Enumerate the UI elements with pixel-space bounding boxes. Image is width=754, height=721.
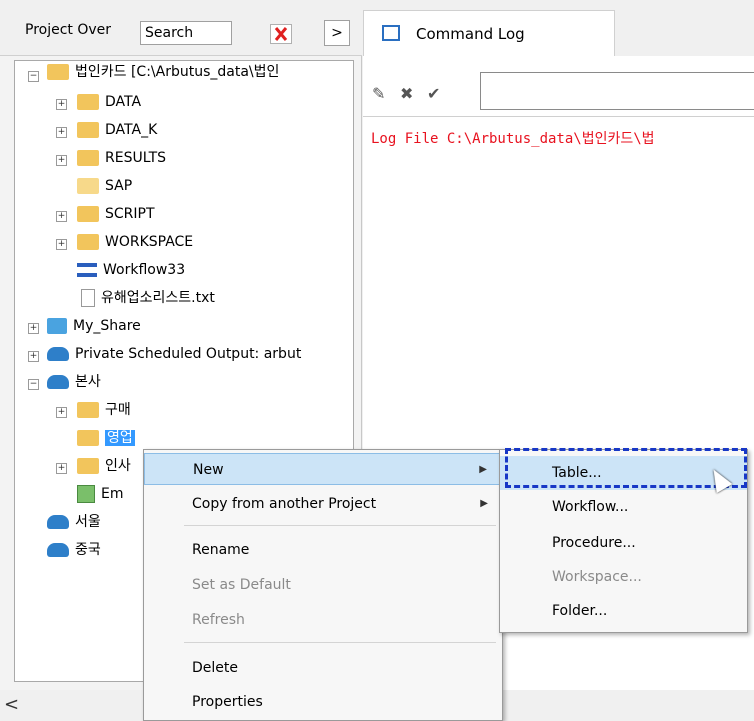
- menu-item-properties[interactable]: Properties: [144, 686, 502, 718]
- tree-item[interactable]: Workflow33: [77, 257, 185, 283]
- tree-item[interactable]: 유해업소리스트.txt: [77, 285, 215, 311]
- log-line: Log File C:\Arbutus_data\법인카드\법: [371, 131, 655, 147]
- collapse-toggle[interactable]: −: [28, 71, 39, 82]
- submenu-item-procedure[interactable]: Procedure...: [500, 526, 747, 560]
- tree-item[interactable]: RESULTS: [77, 145, 166, 171]
- expand-toggle[interactable]: +: [56, 463, 67, 474]
- tree-item[interactable]: My_Share: [47, 313, 141, 339]
- context-menu: New ▶ Copy from another Project ▶ Rename…: [143, 449, 503, 721]
- expand-panel-button[interactable]: >: [324, 20, 350, 46]
- folder-icon: [77, 150, 99, 166]
- menu-item-copy-from-project[interactable]: Copy from another Project ▶: [144, 488, 502, 520]
- tree-item[interactable]: Private Scheduled Output: arbut: [47, 341, 301, 367]
- tab-label: Command Log: [416, 25, 525, 43]
- folder-icon: [77, 206, 99, 222]
- expand-toggle[interactable]: +: [56, 155, 67, 166]
- expand-toggle[interactable]: +: [56, 99, 67, 110]
- panel-title: Project Over: [25, 22, 112, 38]
- cloud-folder-icon: [47, 375, 69, 389]
- menu-separator: [184, 525, 496, 526]
- submenu-item-workflow[interactable]: Workflow...: [500, 490, 747, 524]
- workflow-icon: [77, 263, 97, 277]
- clear-icon[interactable]: ✖: [400, 84, 413, 103]
- cloud-folder-icon: [47, 543, 69, 557]
- folder-icon: [77, 458, 99, 474]
- expand-toggle[interactable]: +: [56, 239, 67, 250]
- tree-item[interactable]: SCRIPT: [77, 201, 155, 227]
- expand-toggle[interactable]: +: [56, 127, 67, 138]
- tree-item[interactable]: 구매: [77, 397, 131, 423]
- expand-toggle[interactable]: +: [28, 323, 39, 334]
- scroll-left-arrow[interactable]: <: [4, 694, 19, 715]
- submenu-arrow-icon: ▶: [480, 498, 488, 509]
- tree-item[interactable]: Em: [77, 481, 123, 507]
- tree-item[interactable]: 본사: [47, 369, 101, 395]
- apply-icon[interactable]: ✔: [427, 84, 440, 103]
- menu-item-set-default[interactable]: Set as Default: [144, 569, 502, 601]
- menu-item-new[interactable]: New ▶: [144, 453, 502, 485]
- tree-item[interactable]: DATA: [77, 89, 141, 115]
- folder-icon: [47, 64, 69, 80]
- tree-item[interactable]: 인사: [77, 453, 131, 479]
- collapse-toggle[interactable]: −: [28, 379, 39, 390]
- menu-item-rename[interactable]: Rename: [144, 534, 502, 566]
- folder-icon: [77, 430, 99, 446]
- user-folder-icon: [47, 318, 67, 334]
- submenu-item-workspace[interactable]: Workspace...: [500, 560, 747, 594]
- expand-toggle[interactable]: +: [56, 211, 67, 222]
- tree-item[interactable]: DATA_K: [77, 117, 157, 143]
- clear-search-icon[interactable]: [270, 24, 292, 44]
- expand-toggle[interactable]: +: [28, 351, 39, 362]
- edit-icon[interactable]: ✎: [372, 84, 385, 103]
- email-icon: [77, 485, 95, 503]
- command-input[interactable]: [480, 72, 754, 110]
- document-icon: [81, 289, 95, 307]
- tree-item[interactable]: WORKSPACE: [77, 229, 193, 255]
- menu-item-delete[interactable]: Delete: [144, 652, 502, 684]
- tree-item-selected[interactable]: 영업: [77, 425, 135, 451]
- expand-toggle[interactable]: +: [56, 407, 67, 418]
- cloud-folder-icon: [47, 347, 69, 361]
- search-input[interactable]: [140, 21, 232, 45]
- log-list-icon: [382, 25, 400, 41]
- tab-command-log[interactable]: Command Log: [363, 10, 615, 56]
- tree-item[interactable]: 중국: [47, 537, 101, 563]
- cloud-folder-icon: [47, 515, 69, 529]
- menu-item-refresh[interactable]: Refresh: [144, 604, 502, 636]
- tree-item[interactable]: 서울: [47, 509, 101, 535]
- submenu-item-folder[interactable]: Folder...: [500, 594, 747, 628]
- tree-item[interactable]: 법인카드 [C:\Arbutus_data\법인: [47, 61, 279, 85]
- tree-item[interactable]: SAP: [77, 173, 132, 199]
- folder-icon: [77, 234, 99, 250]
- project-overview-header: Project Over >: [0, 0, 362, 56]
- open-folder-icon: [77, 178, 99, 194]
- submenu-arrow-icon: ▶: [479, 464, 487, 475]
- folder-icon: [77, 122, 99, 138]
- folder-icon: [77, 94, 99, 110]
- menu-separator: [184, 642, 496, 643]
- folder-icon: [77, 402, 99, 418]
